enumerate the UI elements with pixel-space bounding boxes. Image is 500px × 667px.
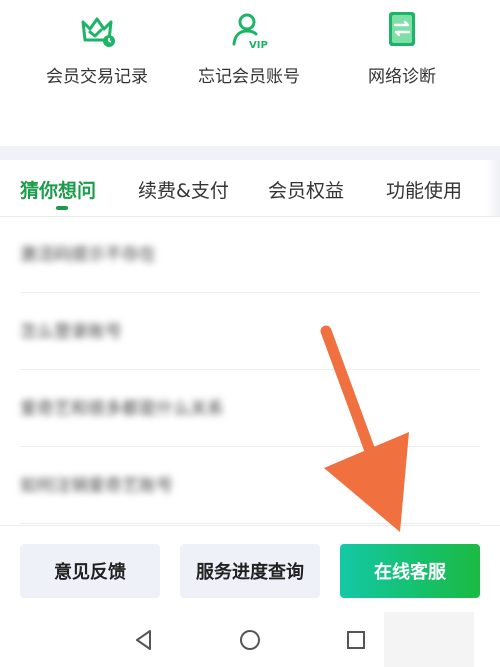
online-support-button[interactable]: 在线客服 <box>340 544 480 598</box>
shortcut-forgot-account[interactable]: VIP 忘记会员账号 <box>174 8 324 87</box>
home-circle-icon[interactable] <box>236 626 264 654</box>
service-progress-button[interactable]: 服务进度查询 <box>180 544 320 598</box>
network-transfer-icon <box>389 12 415 46</box>
crown-clock-icon <box>81 17 115 47</box>
list-item[interactable]: 怎么登录账号 <box>20 293 480 370</box>
tab-renewal-payment[interactable]: 续费&支付 <box>138 176 229 203</box>
tab-feature-usage[interactable]: 功能使用 <box>386 176 462 203</box>
bottom-action-bar: 意见反馈 服务进度查询 在线客服 <box>0 525 500 613</box>
system-navigation-bar <box>0 612 500 667</box>
list-item[interactable]: 激活码提示不存在 <box>20 216 480 293</box>
shortcut-label: 网络诊断 <box>368 67 436 87</box>
shortcut-transaction-records[interactable]: 会员交易记录 <box>22 8 172 87</box>
user-vip-icon: VIP <box>232 13 268 51</box>
faq-tabs: 猜你想问 续费&支付 会员权益 功能使用 <box>0 160 500 217</box>
faq-question: 爱奇艺和很多都是什么关系 <box>20 399 224 419</box>
section-divider <box>0 146 500 160</box>
faq-question: 怎么登录账号 <box>20 322 122 342</box>
shortcut-label: 忘记会员账号 <box>198 67 300 87</box>
tabs-scroll-fade <box>486 160 500 216</box>
faq-question: 如何注销爱奇艺账号 <box>20 476 173 496</box>
back-triangle-icon[interactable] <box>130 626 158 654</box>
list-item[interactable]: 如何注销爱奇艺账号 <box>20 447 480 524</box>
list-item[interactable]: 爱奇艺和很多都是什么关系 <box>20 370 480 447</box>
shortcut-network-diagnosis[interactable]: 网络诊断 <box>327 8 477 87</box>
feedback-button[interactable]: 意见反馈 <box>20 544 160 598</box>
svg-text:VIP: VIP <box>249 40 268 51</box>
faq-question: 激活码提示不存在 <box>20 245 156 265</box>
faq-list: 激活码提示不存在 怎么登录账号 爱奇艺和很多都是什么关系 如何注销爱奇艺账号 <box>0 216 500 524</box>
recent-square-icon[interactable] <box>342 626 370 654</box>
tab-member-benefits[interactable]: 会员权益 <box>268 176 344 203</box>
navbar-placeholder <box>384 612 474 667</box>
shortcut-panel: 会员交易记录 VIP 忘记会员账号 网络诊断 <box>0 0 500 140</box>
active-tab-indicator <box>56 206 68 210</box>
tab-guess-questions[interactable]: 猜你想问 <box>20 176 96 203</box>
shortcut-label: 会员交易记录 <box>46 67 148 87</box>
